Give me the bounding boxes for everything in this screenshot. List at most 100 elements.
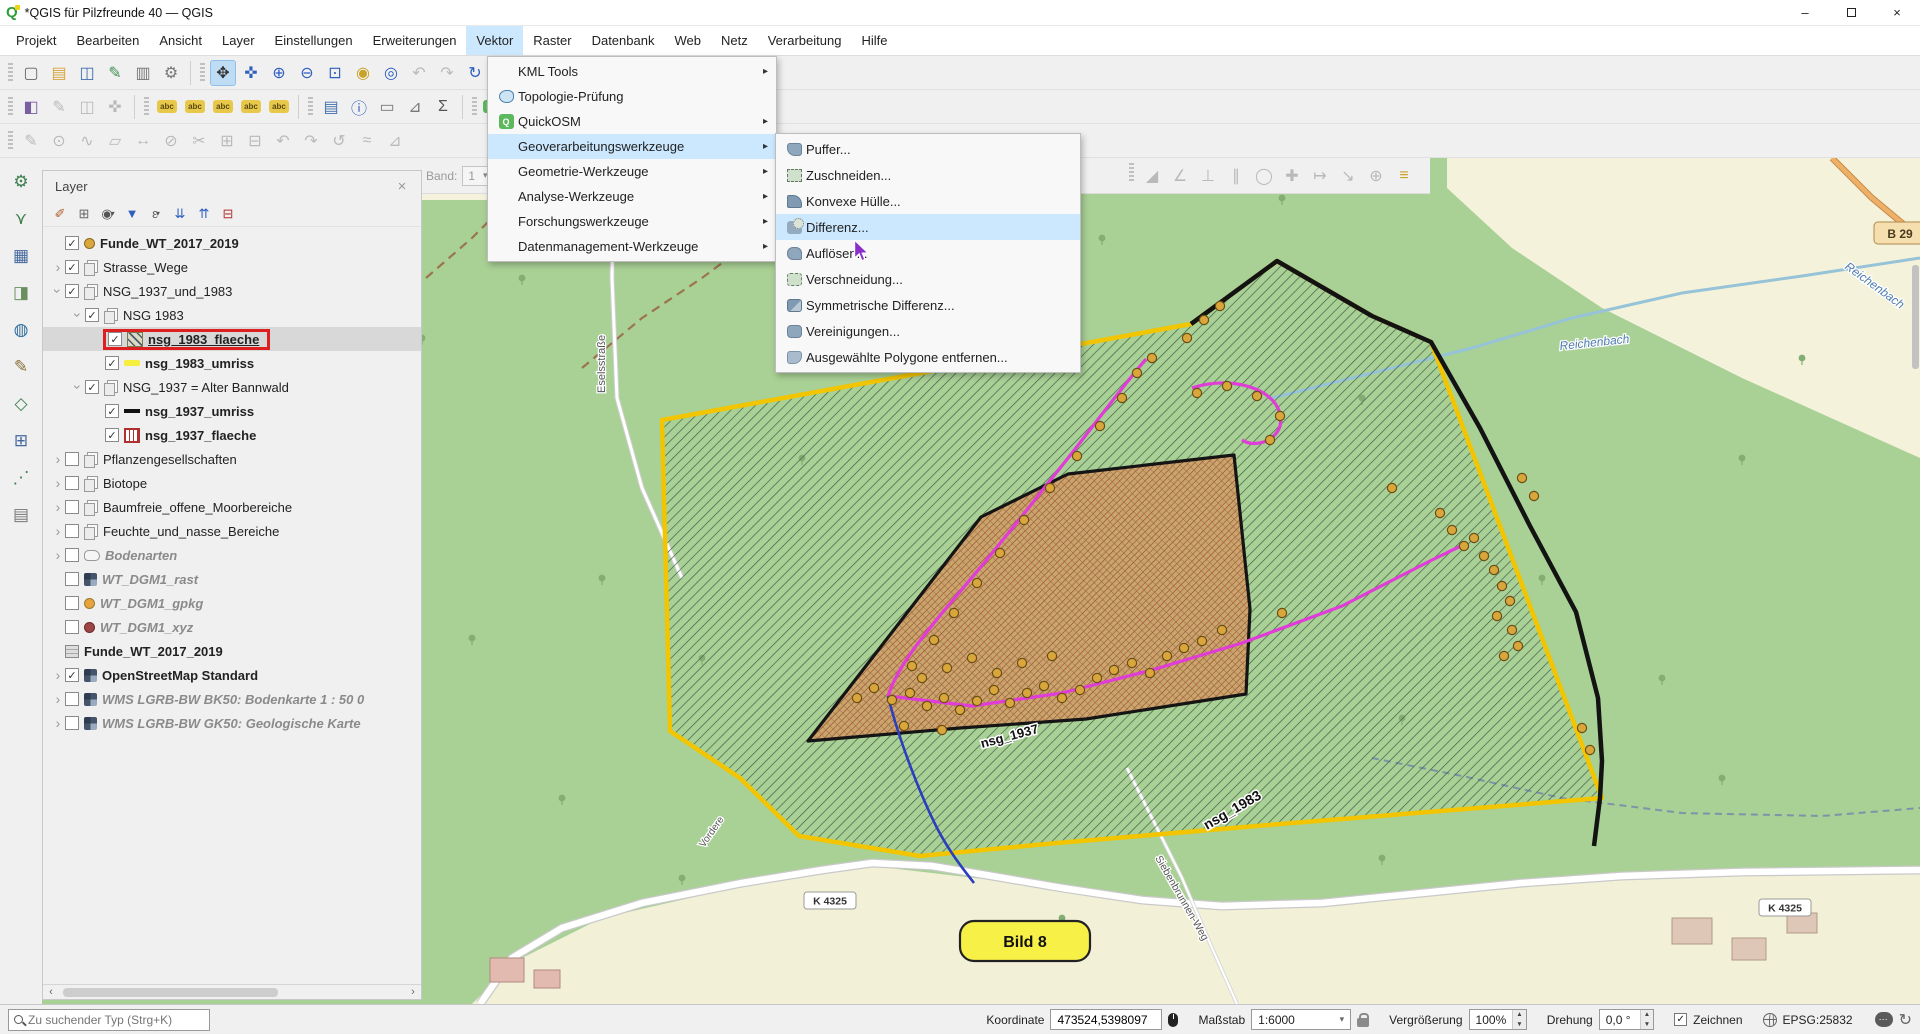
layer-diagram-button[interactable]: abc — [182, 94, 208, 120]
rotate-feature-button[interactable]: ↺ — [326, 128, 352, 154]
adv-digitizing-4-button[interactable]: ∥ — [1223, 163, 1249, 189]
menubar-item-vektor[interactable]: Vektor — [466, 26, 523, 55]
vector-tool-button[interactable]: ⋎ — [6, 205, 36, 233]
mouse-extent-icon[interactable] — [1168, 1013, 1178, 1027]
layer-tree-row[interactable]: Funde_WT_2017_2019 — [43, 231, 421, 255]
crs-text[interactable]: EPSG:25832 — [1783, 1013, 1853, 1027]
layer-panel-titlebar[interactable]: Layer × — [43, 171, 421, 201]
expander-icon[interactable]: › — [51, 259, 65, 275]
layer-checkbox[interactable] — [65, 500, 79, 514]
expander-icon[interactable]: › — [50, 284, 66, 298]
layer-tree-row[interactable]: ›WMS LGRB-BW BK50: Bodenkarte 1 : 50 0 — [43, 687, 421, 711]
zoom-out-button[interactable]: ⊖ — [294, 60, 320, 86]
expander-icon[interactable]: › — [51, 715, 65, 731]
tasks-icon[interactable]: ↻ — [1899, 1010, 1912, 1030]
layer-checkbox[interactable] — [105, 404, 119, 418]
layer-checkbox[interactable] — [65, 620, 79, 634]
paste-features-button[interactable]: ⊟ — [242, 128, 268, 154]
maximize-button[interactable] — [1828, 0, 1874, 26]
model-designer-button[interactable]: ◨ — [6, 279, 36, 307]
measure-button[interactable]: ⊿ — [402, 94, 428, 120]
map-refresh-button[interactable]: ↻ — [462, 60, 488, 86]
snapping-options-button[interactable]: ≡ — [1391, 163, 1417, 189]
expander-icon[interactable]: › — [70, 308, 86, 322]
vektor-menu-item[interactable]: Geometrie-Werkzeuge▸ — [488, 159, 776, 184]
lock-icon[interactable] — [1357, 1018, 1369, 1027]
menubar-item-raster[interactable]: Raster — [523, 26, 581, 55]
layer-checkbox[interactable] — [65, 476, 79, 490]
menubar-item-projekt[interactable]: Projekt — [6, 26, 66, 55]
menubar-item-bearbeiten[interactable]: Bearbeiten — [66, 26, 149, 55]
adv-digitizing-1-button[interactable]: ◢ — [1139, 163, 1165, 189]
save-layer-edits-button[interactable]: ◫ — [74, 94, 100, 120]
menubar-item-erweiterungen[interactable]: Erweiterungen — [363, 26, 467, 55]
menubar-item-hilfe[interactable]: Hilfe — [851, 26, 897, 55]
digitize-line-button[interactable]: ∿ — [74, 128, 100, 154]
menubar-item-verarbeitung[interactable]: Verarbeitung — [758, 26, 852, 55]
label-highlight-button[interactable]: abc — [238, 94, 264, 120]
geoprocessing-item-buffer[interactable]: Puffer... — [776, 136, 1080, 162]
layer-checkbox[interactable] — [65, 716, 79, 730]
close-icon[interactable]: × — [391, 175, 413, 197]
menubar-item-web[interactable]: Web — [664, 26, 711, 55]
digitize-point-button[interactable]: ⊙ — [46, 128, 72, 154]
statistics-button[interactable]: Σ — [430, 94, 456, 120]
layer-checkbox[interactable] — [65, 548, 79, 562]
geoprocessing-item-removesel[interactable]: Ausgewählte Polygone entfernen... — [776, 344, 1080, 370]
menubar-item-datenbank[interactable]: Datenbank — [582, 26, 665, 55]
spin-up-icon[interactable]: ▲ — [1513, 1010, 1525, 1020]
layer-tree-row[interactable]: nsg_1937_flaeche — [43, 423, 421, 447]
crs-globe-icon[interactable] — [1763, 1013, 1777, 1027]
select-features-button[interactable]: ▭ — [374, 94, 400, 120]
layer-tree-row[interactable]: ›Feuchte_und_nasse_Bereiche — [43, 519, 421, 543]
layer-tree-row[interactable]: WT_DGM1_rast — [43, 567, 421, 591]
layer-tree-row[interactable]: ›NSG_1937_und_1983 — [43, 279, 421, 303]
pan-to-selection-button[interactable]: ✜ — [238, 60, 264, 86]
layer-checkbox[interactable] — [65, 236, 79, 250]
zoom-last-button[interactable]: ↶ — [406, 60, 432, 86]
add-group-button[interactable]: ⊞ — [73, 203, 95, 225]
adv-digitizing-9-button[interactable]: ⊕ — [1363, 163, 1389, 189]
style-manager-button[interactable]: ✎ — [102, 60, 128, 86]
geoprocessing-item-union[interactable]: Vereinigungen... — [776, 318, 1080, 344]
edit-tool-button[interactable]: ✎ — [6, 353, 36, 381]
expander-icon[interactable]: › — [51, 547, 65, 563]
layer-tree-row[interactable]: ›NSG_1937 = Alter Bannwald — [43, 375, 421, 399]
zoom-full-button[interactable]: ⊡ — [322, 60, 348, 86]
vektor-menu-item[interactable]: Topologie-Prüfung — [488, 84, 776, 109]
layer-tree-row[interactable]: ›Biotope — [43, 471, 421, 495]
coordinate-input[interactable] — [1050, 1009, 1162, 1030]
expander-icon[interactable]: › — [51, 523, 65, 539]
table-tool-button[interactable]: ▤ — [6, 501, 36, 529]
filter-legend-button[interactable]: ▼ — [121, 203, 143, 225]
vektor-menu-item[interactable]: KML Tools▸ — [488, 59, 776, 84]
redo-button[interactable]: ↷ — [298, 128, 324, 154]
layer-tree-row[interactable]: ›OpenStreetMap Standard — [43, 663, 421, 687]
geoprocessing-item-clip[interactable]: Zuschneiden... — [776, 162, 1080, 188]
layer-labeling-button[interactable]: abc — [154, 94, 180, 120]
processing-toolbox-button[interactable]: ⚙ — [6, 168, 36, 196]
current-edits-button[interactable]: ✎ — [18, 128, 44, 154]
digitize-polygon-button[interactable]: ▱ — [102, 128, 128, 154]
layer-checkbox[interactable] — [65, 524, 79, 538]
layer-checkbox[interactable] — [105, 356, 119, 370]
cut-features-button[interactable]: ✂ — [186, 128, 212, 154]
search-input[interactable] — [28, 1013, 204, 1027]
layer-checkbox[interactable] — [65, 260, 79, 274]
rotation-spinner[interactable]: 0,0 ° ▲▼ — [1599, 1009, 1654, 1030]
expander-icon[interactable]: › — [51, 475, 65, 491]
spin-up-icon[interactable]: ▲ — [1641, 1010, 1653, 1020]
geoprocessing-item-dissolve[interactable]: Auflösen... — [776, 240, 1080, 266]
layer-checkbox[interactable] — [65, 596, 79, 610]
layer-tree-row[interactable]: nsg_1937_umriss — [43, 399, 421, 423]
series-tool-button[interactable]: ⋰ — [6, 464, 36, 492]
menubar-item-einstellungen[interactable]: Einstellungen — [265, 26, 363, 55]
pan-map-button[interactable]: ✥ — [210, 60, 236, 86]
expander-icon[interactable]: › — [51, 451, 65, 467]
toggle-editing-button[interactable]: ✎ — [46, 94, 72, 120]
undo-button[interactable]: ↶ — [270, 128, 296, 154]
adv-digitizing-8-button[interactable]: ↘ — [1335, 163, 1361, 189]
layer-tree-row[interactable]: WT_DGM1_gpkg — [43, 591, 421, 615]
copy-features-button[interactable]: ⊞ — [214, 128, 240, 154]
geoprocessing-item-intersect[interactable]: Verschneidung... — [776, 266, 1080, 292]
